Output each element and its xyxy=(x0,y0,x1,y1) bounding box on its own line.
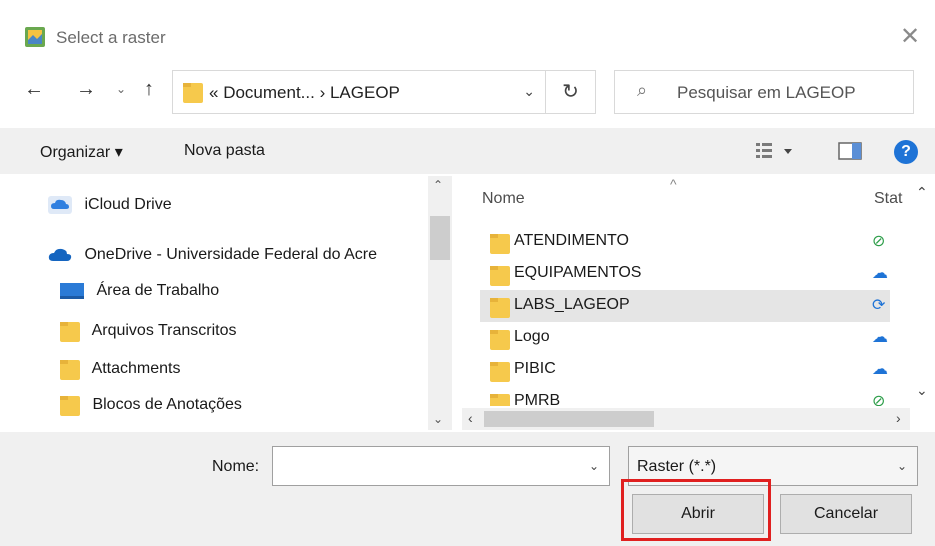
scrollbar-thumb[interactable] xyxy=(484,411,654,427)
scroll-left-icon[interactable]: ‹ xyxy=(468,410,473,426)
syncing-icon: ⟳ xyxy=(872,297,886,314)
column-header-status[interactable]: Stat xyxy=(874,190,902,208)
navigation-pane-scrollbar[interactable]: ⌃ ⌄ xyxy=(428,176,452,430)
back-arrow-icon[interactable]: ← xyxy=(24,78,44,101)
cloud-icon: ☁ xyxy=(872,265,888,282)
file-list-scrollbar[interactable]: ⌃ ⌄ xyxy=(912,176,934,406)
desktop-icon xyxy=(60,283,84,299)
breadcrumb-overflow-chevron[interactable]: « xyxy=(209,83,218,102)
view-options-icon[interactable] xyxy=(756,140,796,162)
new-folder-button[interactable]: Nova pasta xyxy=(184,142,265,160)
preview-pane-icon[interactable] xyxy=(838,140,862,162)
column-header-name[interactable]: Nome xyxy=(482,190,525,208)
sidebar-item-label: OneDrive - Universidade Federal do Acre xyxy=(84,246,378,263)
list-item[interactable]: PMRB ⊘ xyxy=(480,386,890,406)
file-list: ^ Nome Stat ATENDIMENTO ⊘ EQUIPAMENTOS ☁… xyxy=(462,176,917,430)
sidebar-item-label: Arquivos Transcritos xyxy=(91,322,237,340)
filename-label: Nome: xyxy=(212,458,260,475)
organize-menu[interactable]: Organizar ▾ xyxy=(40,142,123,162)
sidebar-item-desktop[interactable]: Área de Trabalho xyxy=(60,282,219,300)
window-title: Select a raster xyxy=(56,28,166,47)
filename-field[interactable]: ⌄ xyxy=(272,446,610,486)
folder-icon xyxy=(60,396,80,416)
scroll-down-icon[interactable]: ⌄ xyxy=(916,382,928,399)
horizontal-scrollbar[interactable]: ‹ › xyxy=(462,408,910,430)
list-item[interactable]: PIBIC ☁ xyxy=(480,354,890,386)
onedrive-icon xyxy=(48,248,72,261)
sidebar-item-attachments[interactable]: Attachments xyxy=(60,358,181,380)
search-icon: ⌕ xyxy=(637,80,648,100)
list-item[interactable]: EQUIPAMENTOS ☁ xyxy=(480,258,890,290)
up-arrow-icon[interactable]: ↑ xyxy=(144,78,154,101)
scroll-up-icon[interactable]: ⌃ xyxy=(916,184,928,201)
folder-icon xyxy=(490,298,510,318)
filetype-value: Raster (*.*) xyxy=(637,458,717,475)
scrollbar-thumb[interactable] xyxy=(430,216,450,260)
search-box[interactable]: ⌕ Pesquisar em LAGEOP xyxy=(614,70,914,114)
close-icon[interactable]: ✕ xyxy=(900,22,920,51)
file-name: ATENDIMENTO xyxy=(514,232,629,249)
sidebar-item-icloud-drive[interactable]: iCloud Drive xyxy=(48,196,172,214)
chevron-down-icon[interactable]: ⌄ xyxy=(897,459,907,473)
breadcrumb[interactable]: « Document... › LAGEOP xyxy=(209,83,400,103)
sidebar-item-onedrive[interactable]: OneDrive - Universidade Federal do Acre xyxy=(48,246,377,264)
sidebar-item-blocos-de-anotacoes[interactable]: Blocos de Anotações xyxy=(60,394,242,416)
navigation-pane: iCloud Drive OneDrive - Universidade Fed… xyxy=(36,176,456,430)
file-name: PMRB xyxy=(514,392,561,406)
scroll-right-icon[interactable]: › xyxy=(896,410,901,426)
file-name: LABS_LAGEOP xyxy=(514,296,630,313)
sidebar-item-arquivos-transcritos[interactable]: Arquivos Transcritos xyxy=(60,320,237,342)
scroll-down-icon[interactable]: ⌄ xyxy=(433,412,443,426)
sidebar-item-label: Área de Trabalho xyxy=(96,282,220,300)
scroll-up-icon[interactable]: ⌃ xyxy=(433,178,443,192)
synced-check-icon: ⊘ xyxy=(872,393,886,406)
folder-icon xyxy=(60,322,80,342)
title-bar: Select a raster ✕ xyxy=(0,18,935,58)
address-bar[interactable]: « Document... › LAGEOP ⌄ xyxy=(172,70,546,114)
sidebar-item-label: Blocos de Anotações xyxy=(92,396,242,414)
sort-caret-icon: ^ xyxy=(670,176,677,192)
navigation-bar: ← → ⌄ ↑ « Document... › LAGEOP ⌄ ↻ ⌕ Pes… xyxy=(0,70,935,116)
synced-check-icon: ⊘ xyxy=(872,233,886,250)
cloud-icon: ☁ xyxy=(872,361,888,378)
list-item[interactable]: ATENDIMENTO ⊘ xyxy=(480,226,890,258)
icloud-icon xyxy=(48,196,72,214)
chevron-down-icon[interactable]: ⌄ xyxy=(523,83,535,100)
folder-icon xyxy=(490,266,510,286)
folder-icon xyxy=(490,330,510,350)
cancel-button[interactable]: Cancelar xyxy=(780,494,912,534)
sidebar-item-label: iCloud Drive xyxy=(84,196,172,214)
chevron-down-icon[interactable]: ⌄ xyxy=(589,459,599,473)
file-name: PIBIC xyxy=(514,360,556,377)
folder-icon xyxy=(490,234,510,254)
annotation-highlight-box xyxy=(621,479,771,541)
folder-icon xyxy=(490,394,510,406)
file-name: Logo xyxy=(514,328,550,345)
help-icon[interactable]: ? xyxy=(894,140,918,164)
refresh-icon[interactable]: ↻ xyxy=(546,70,596,114)
folder-icon xyxy=(490,362,510,382)
forward-arrow-icon[interactable]: → xyxy=(76,78,96,101)
folder-icon xyxy=(60,360,80,380)
search-input[interactable]: Pesquisar em LAGEOP xyxy=(677,83,856,103)
dialog-footer: Nome: ⌄ Raster (*.*) ⌄ Abrir Cancelar xyxy=(0,432,935,546)
cloud-icon: ☁ xyxy=(872,329,888,346)
command-bar: Organizar ▾ Nova pasta ? xyxy=(0,128,935,174)
breadcrumb-path[interactable]: Document... › LAGEOP xyxy=(223,83,400,102)
list-item-selected[interactable]: LABS_LAGEOP ⟳ xyxy=(480,290,890,322)
file-dialog: Select a raster ✕ ← → ⌄ ↑ « Document... … xyxy=(0,0,935,546)
file-name: EQUIPAMENTOS xyxy=(514,264,642,281)
folder-icon xyxy=(183,81,203,103)
sidebar-item-label: Attachments xyxy=(91,360,181,378)
app-icon xyxy=(24,26,46,48)
list-item[interactable]: Logo ☁ xyxy=(480,322,890,354)
recent-locations-chevron-icon[interactable]: ⌄ xyxy=(116,82,126,96)
